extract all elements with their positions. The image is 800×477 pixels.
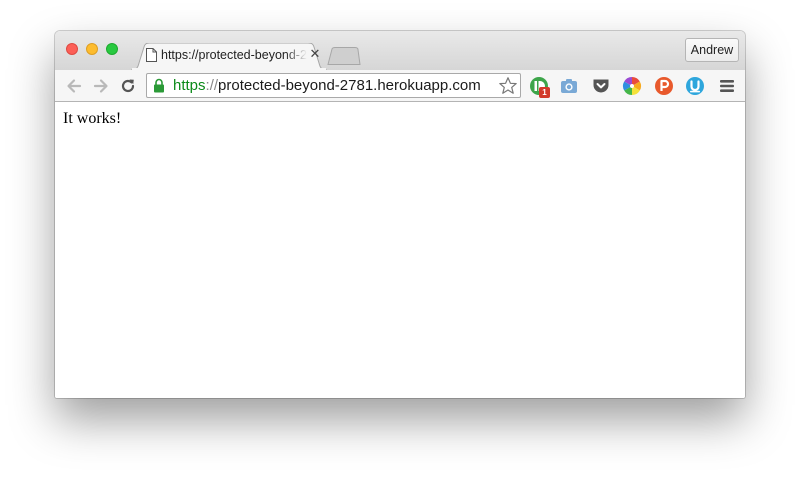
url-scheme: https — [173, 77, 206, 94]
u-icon[interactable] — [685, 76, 705, 96]
pushbullet-extension[interactable]: 1 — [529, 76, 550, 98]
tab-strip: https://protected-beyond-2781.herokuapp.… — [55, 31, 745, 70]
camera-icon[interactable] — [559, 76, 579, 96]
browser-window: https://protected-beyond-2781.herokuapp.… — [55, 31, 745, 398]
page-body-text: It works! — [63, 110, 122, 127]
pocket-icon[interactable] — [591, 76, 611, 96]
url-separator: :// — [205, 77, 219, 94]
p-icon[interactable] — [654, 76, 674, 96]
toolbar: https://protected-beyond-2781.herokuapp.… — [55, 70, 745, 102]
url-text[interactable]: https://protected-beyond-2781.herokuapp.… — [173, 77, 481, 95]
reload-button[interactable] — [118, 76, 138, 96]
star-icon[interactable] — [498, 76, 518, 96]
window-zoom-button[interactable] — [106, 43, 118, 55]
menu-icon[interactable] — [717, 76, 737, 96]
tab-close-icon[interactable]: ✕ — [308, 47, 322, 61]
extension-badge: 1 — [539, 87, 550, 98]
tab-active[interactable]: https://protected-beyond-2781.herokuapp.… — [131, 43, 327, 70]
address-bar[interactable]: https://protected-beyond-2781.herokuapp.… — [146, 73, 521, 98]
new-tab-button[interactable] — [327, 47, 361, 65]
document-icon — [146, 48, 157, 62]
back-button[interactable] — [64, 76, 84, 96]
color-wheel-icon[interactable] — [622, 76, 642, 96]
page-content: It works! — [55, 102, 745, 398]
forward-button[interactable] — [91, 76, 111, 96]
profile-button[interactable]: Andrew — [685, 38, 739, 62]
window-minimize-button[interactable] — [86, 43, 98, 55]
tab-title: https://protected-beyond-2781.herokuapp.… — [161, 48, 307, 62]
lock-icon — [154, 78, 164, 93]
window-close-button[interactable] — [66, 43, 78, 55]
url-host: protected-beyond-2781.herokuapp.com — [218, 77, 481, 94]
